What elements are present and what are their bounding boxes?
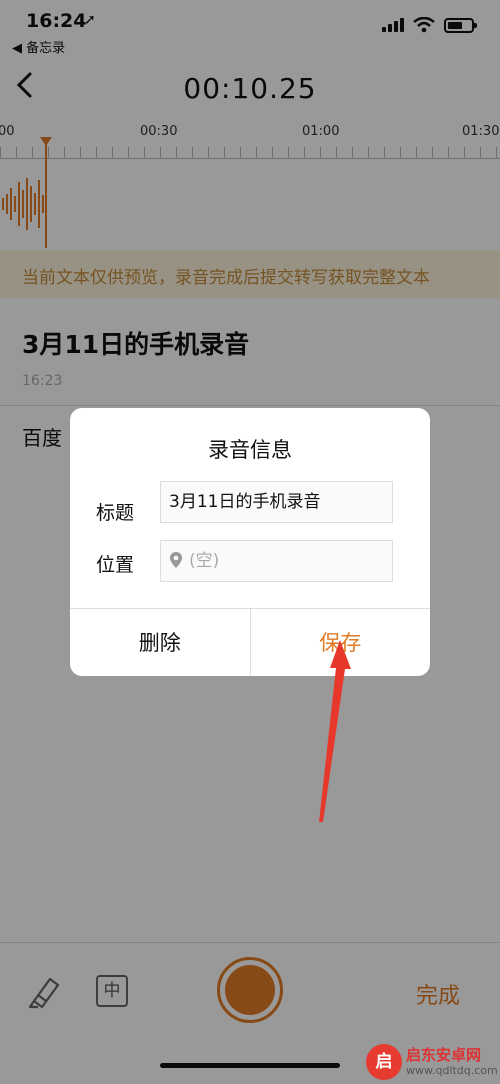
recording-info-dialog: 录音信息 标题 3月11日的手机录音 位置 (空) 删除 保存 xyxy=(70,408,430,676)
watermark-url: www.qdltdq.com xyxy=(406,1064,498,1077)
title-input[interactable]: 3月11日的手机录音 xyxy=(160,481,393,523)
location-field-label: 位置 xyxy=(96,554,135,576)
location-pin-icon xyxy=(170,551,182,568)
save-button[interactable]: 保存 xyxy=(251,609,431,676)
watermark-name: 启东安卓网 xyxy=(406,1046,482,1064)
dialog-actions: 删除 保存 xyxy=(70,608,430,676)
dialog-title: 录音信息 xyxy=(208,438,292,462)
watermark-logo: 启 xyxy=(366,1044,402,1080)
location-placeholder: (空) xyxy=(189,551,220,571)
location-input[interactable]: (空) xyxy=(160,540,393,582)
delete-button[interactable]: 删除 xyxy=(70,609,251,676)
title-field-label: 标题 xyxy=(96,502,135,524)
site-watermark: 启 启东安卓网 www.qdltdq.com xyxy=(360,1042,500,1084)
